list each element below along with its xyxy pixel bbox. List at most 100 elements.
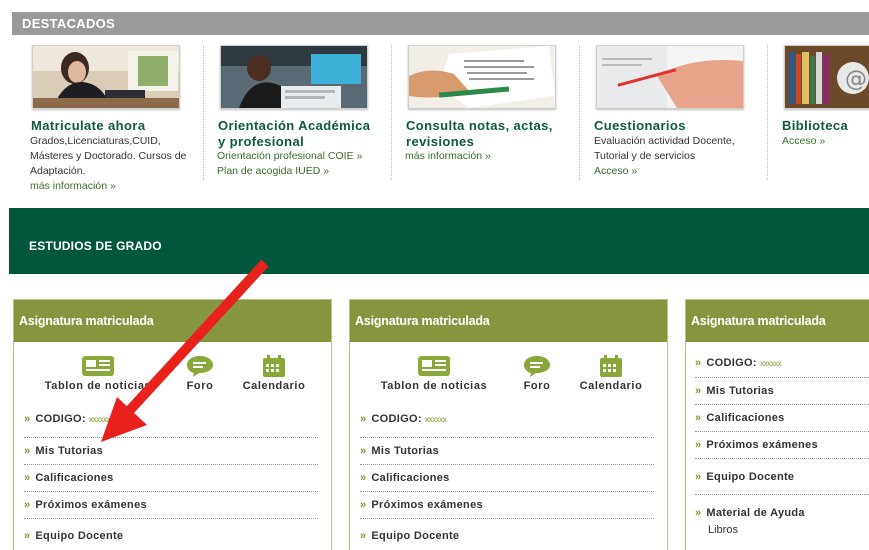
panel-header: Asignatura matriculada	[686, 300, 869, 342]
feature-title-line: Cuestionarios	[594, 118, 686, 133]
orientacion-coie-link[interactable]: Orientación profesional COIE »	[217, 149, 362, 164]
calificaciones-link[interactable]: » Calificaciones	[24, 472, 114, 484]
feature-title-matriculate[interactable]: Matriculate ahora	[31, 118, 145, 134]
calificaciones-link[interactable]: » Calificaciones	[360, 472, 450, 484]
bullet-icon: »	[24, 499, 31, 511]
plan-acogida-link[interactable]: Plan de acogida IUED »	[217, 164, 329, 179]
feature-orientacion[interactable]	[220, 45, 368, 109]
feature-desc-matriculate: Grados,Licenciaturas,CUID, Másteres y Do…	[30, 134, 186, 179]
divider	[767, 45, 768, 180]
mis-tutorias-link[interactable]: » Mis Tutorias	[24, 445, 103, 457]
tablon-button[interactable]: Tablon de noticias	[38, 354, 158, 392]
separator	[360, 437, 654, 438]
item-label: Mis Tutorias	[371, 445, 439, 457]
feature-image-notas[interactable]	[408, 45, 556, 109]
item-label: Mis Tutorias	[35, 445, 103, 457]
separator	[695, 404, 869, 405]
item-label: Material de Ayuda	[706, 507, 805, 519]
codigo-item: » CODIGO: xxxxxx	[695, 357, 782, 369]
newspaper-icon	[82, 356, 114, 376]
feature-biblioteca[interactable]: @	[784, 45, 869, 109]
foro-button[interactable]: Foro	[517, 354, 557, 392]
desc-line: Evaluación actividad Docente,	[594, 135, 735, 147]
feature-image-matriculate[interactable]	[32, 45, 180, 109]
desc-line: Adaptación.	[30, 165, 86, 177]
separator	[695, 458, 869, 459]
bullet-icon: »	[695, 439, 702, 451]
acceso-link[interactable]: Acceso »	[782, 134, 825, 149]
feature-image-biblioteca[interactable]: @	[784, 45, 869, 109]
feature-title-notas[interactable]: Consulta notas, actas, revisiones	[406, 118, 553, 150]
item-label: Próximos exámenes	[35, 499, 147, 511]
separator	[360, 491, 654, 492]
material-ayuda-link[interactable]: » Material de Ayuda	[695, 507, 805, 519]
proximos-examenes-link[interactable]: » Próximos exámenes	[360, 499, 483, 511]
chat-bubble-icon	[524, 356, 550, 377]
calendario-button[interactable]: Calendario	[236, 354, 312, 392]
bullet-icon: »	[695, 385, 702, 397]
libros-link[interactable]: Libros	[708, 524, 738, 536]
codigo-value: xxxxxx	[89, 415, 111, 424]
bullet-icon: »	[24, 472, 31, 484]
calendario-label: Calendario	[579, 380, 643, 392]
feature-matriculate[interactable]	[32, 45, 180, 109]
desc-line: Tutorial y de servicios	[594, 150, 696, 162]
feature-title-orientacion[interactable]: Orientación Académica y profesional	[218, 118, 370, 150]
foro-label: Foro	[186, 380, 214, 392]
destacados-title: DESTACADOS	[22, 16, 116, 31]
bullet-icon: »	[360, 413, 367, 425]
item-label: Próximos exámenes	[371, 499, 483, 511]
proximos-examenes-link[interactable]: » Próximos exámenes	[695, 439, 818, 451]
divider	[391, 45, 392, 180]
separator	[360, 464, 654, 465]
codigo-value: xxxxxx	[760, 359, 782, 368]
calendar-icon	[263, 355, 285, 377]
panel-title: Asignatura matriculada	[19, 314, 154, 328]
feature-image-cuestionarios[interactable]	[596, 45, 744, 109]
mas-informacion-link[interactable]: más información »	[30, 179, 116, 194]
codigo-label: CODIGO:	[35, 413, 86, 425]
equipo-docente-link[interactable]: » Equipo Docente	[24, 530, 123, 542]
foro-button[interactable]: Foro	[180, 354, 220, 392]
acceso-link[interactable]: Acceso »	[594, 164, 637, 179]
calendario-button[interactable]: Calendario	[573, 354, 649, 392]
bullet-icon: »	[695, 507, 702, 519]
mis-tutorias-link[interactable]: » Mis Tutorias	[360, 445, 439, 457]
bullet-icon: »	[360, 472, 367, 484]
codigo-value: xxxxxx	[425, 415, 447, 424]
bullet-icon: »	[695, 412, 702, 424]
feature-title-line: Biblioteca	[782, 118, 849, 133]
feature-image-orientacion[interactable]	[220, 45, 368, 109]
equipo-docente-link[interactable]: » Equipo Docente	[695, 471, 794, 483]
divider	[579, 45, 580, 180]
feature-title-cuestionarios[interactable]: Cuestionarios	[594, 118, 686, 134]
bullet-icon: »	[24, 530, 31, 542]
mis-tutorias-link[interactable]: » Mis Tutorias	[695, 385, 774, 397]
calificaciones-link[interactable]: » Calificaciones	[695, 412, 785, 424]
feature-title-line: revisiones	[406, 134, 475, 149]
destacados-header: DESTACADOS	[12, 12, 869, 35]
feature-cuestionarios[interactable]	[596, 45, 744, 109]
separator	[695, 377, 869, 378]
feature-title-line: Matriculate ahora	[31, 118, 146, 133]
bullet-icon: »	[24, 413, 31, 425]
item-label: Equipo Docente	[35, 530, 124, 542]
codigo-item: » CODIGO: xxxxxx	[360, 413, 447, 425]
estudios-grado-banner: ESTUDIOS DE GRADO	[9, 208, 869, 274]
feature-title-line: Consulta notas, actas,	[406, 118, 553, 133]
tablon-label: Tablon de noticias	[44, 380, 152, 392]
item-label: Mis Tutorias	[706, 385, 774, 397]
codigo-label: CODIGO:	[706, 357, 757, 369]
desc-line: Grados,Licenciaturas,CUID,	[30, 135, 161, 147]
proximos-examenes-link[interactable]: » Próximos exámenes	[24, 499, 147, 511]
separator	[695, 494, 869, 495]
divider	[203, 45, 204, 180]
desc-line: Másteres y Doctorado. Cursos de	[30, 150, 187, 162]
equipo-docente-link[interactable]: » Equipo Docente	[360, 530, 459, 542]
mas-informacion-link[interactable]: más información »	[405, 149, 491, 164]
feature-title-biblioteca[interactable]: Biblioteca	[782, 118, 848, 134]
feature-title-line: y profesional	[218, 134, 305, 149]
chat-bubble-icon	[187, 356, 213, 377]
feature-notas[interactable]	[408, 45, 556, 109]
tablon-button[interactable]: Tablon de noticias	[374, 354, 494, 392]
